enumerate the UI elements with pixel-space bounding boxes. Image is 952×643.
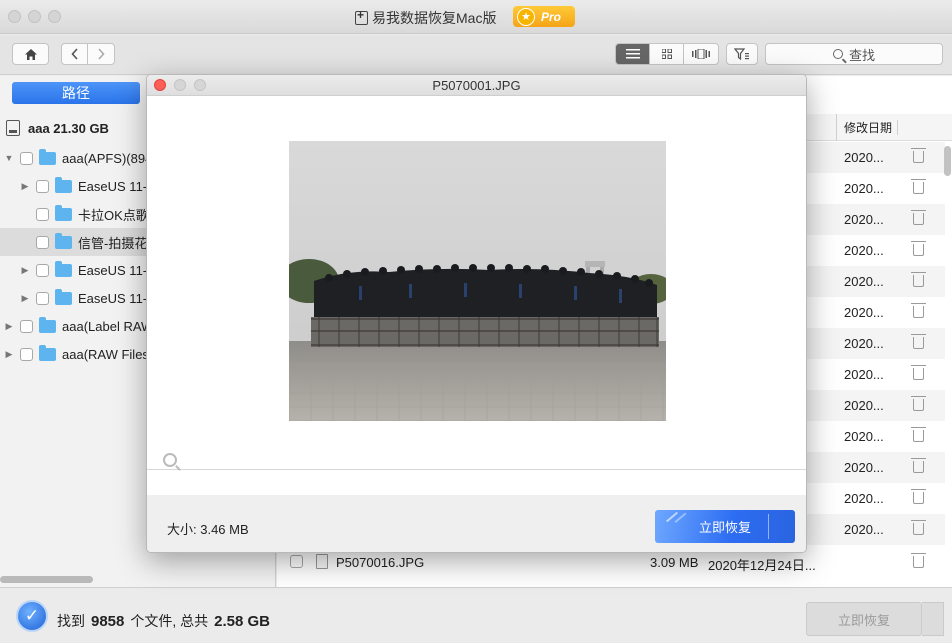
filter-icon bbox=[734, 48, 749, 60]
view-mode-switcher bbox=[615, 43, 719, 65]
recover-dropdown[interactable] bbox=[922, 602, 944, 636]
app-icon bbox=[355, 8, 368, 25]
trash-icon[interactable] bbox=[911, 241, 926, 256]
folder-icon bbox=[55, 232, 72, 249]
trash-icon[interactable] bbox=[911, 520, 926, 535]
forward-button[interactable] bbox=[88, 44, 114, 64]
preview-footer: 大小: 3.46 MB 立即恢复 bbox=[147, 495, 806, 552]
pro-badge[interactable]: ★ Pro bbox=[513, 6, 575, 27]
collapsed-arrow-icon[interactable]: ▶ bbox=[20, 181, 30, 192]
row-checkbox[interactable] bbox=[290, 555, 303, 568]
home-button[interactable] bbox=[12, 43, 49, 65]
minimize-window-button[interactable] bbox=[28, 10, 41, 23]
coverflow-view-button[interactable] bbox=[684, 44, 718, 64]
window-titlebar: 易我数据恢复Mac版 ★ Pro bbox=[0, 0, 952, 34]
trash-icon[interactable] bbox=[911, 179, 926, 194]
recover-now-button[interactable]: 立即恢复 bbox=[655, 510, 795, 543]
home-icon bbox=[24, 48, 37, 60]
tree-checkbox[interactable] bbox=[36, 207, 49, 221]
folder-icon bbox=[39, 148, 56, 165]
trash-icon[interactable] bbox=[911, 427, 926, 442]
trash-icon[interactable] bbox=[911, 365, 926, 380]
collapsed-arrow-icon[interactable]: ▶ bbox=[4, 321, 14, 332]
trash-icon[interactable] bbox=[911, 553, 926, 568]
folder-icon bbox=[55, 204, 72, 221]
folder-icon bbox=[55, 176, 72, 193]
preview-title: P5070001.JPG bbox=[432, 78, 521, 93]
grid-view-button[interactable] bbox=[650, 44, 684, 64]
tree-checkbox[interactable] bbox=[20, 151, 33, 165]
tree-checkbox[interactable] bbox=[36, 291, 49, 305]
list-view-button[interactable] bbox=[616, 44, 650, 64]
trash-icon[interactable] bbox=[911, 458, 926, 473]
tree-checkbox[interactable] bbox=[36, 235, 49, 249]
list-view-icon bbox=[625, 49, 640, 59]
horizontal-scrollbar[interactable] bbox=[0, 576, 93, 583]
coverflow-view-icon bbox=[692, 49, 710, 59]
checkmark-icon: ✓ bbox=[16, 600, 48, 632]
preview-image-area bbox=[147, 97, 806, 470]
collapsed-arrow-icon[interactable]: ▶ bbox=[20, 293, 30, 304]
trash-icon[interactable] bbox=[911, 210, 926, 225]
column-modified-date[interactable]: 修改日期 bbox=[836, 114, 892, 141]
nav-buttons bbox=[61, 43, 115, 65]
folder-icon bbox=[39, 316, 56, 333]
search-input[interactable]: 查找 bbox=[765, 43, 943, 65]
preview-titlebar: P5070001.JPG bbox=[147, 75, 806, 96]
expanded-arrow-icon[interactable]: ▼ bbox=[4, 153, 14, 163]
tree-checkbox[interactable] bbox=[20, 319, 33, 333]
folder-icon bbox=[55, 288, 72, 305]
tab-path[interactable]: 路径 bbox=[12, 82, 140, 104]
collapsed-arrow-icon[interactable]: ▶ bbox=[20, 265, 30, 276]
search-icon bbox=[832, 49, 843, 59]
tree-checkbox[interactable] bbox=[36, 179, 49, 193]
trash-icon[interactable] bbox=[911, 396, 926, 411]
tree-checkbox[interactable] bbox=[20, 347, 33, 361]
trash-icon[interactable] bbox=[911, 148, 926, 163]
trash-icon[interactable] bbox=[911, 334, 926, 349]
trash-icon[interactable] bbox=[911, 303, 926, 318]
back-button[interactable] bbox=[62, 44, 88, 64]
folder-icon bbox=[55, 260, 72, 277]
trash-icon[interactable] bbox=[911, 489, 926, 504]
preview-info-strip bbox=[147, 471, 806, 495]
filter-button[interactable] bbox=[726, 43, 758, 65]
chevron-left-icon bbox=[70, 48, 78, 60]
close-window-button[interactable] bbox=[8, 10, 21, 23]
vertical-scrollbar[interactable] bbox=[944, 146, 951, 176]
chevron-right-icon bbox=[98, 48, 105, 60]
preview-photo bbox=[289, 141, 666, 421]
file-size-label: 大小: 3.46 MB bbox=[167, 522, 249, 537]
trash-icon[interactable] bbox=[911, 272, 926, 287]
scan-summary: 找到 9858 个文件, 总共 2.58 GB bbox=[57, 613, 271, 630]
app-title: 易我数据恢复Mac版 bbox=[355, 8, 496, 28]
zoom-icon[interactable] bbox=[163, 453, 177, 467]
recover-button-disabled[interactable]: 立即恢复 bbox=[806, 602, 922, 636]
tree-checkbox[interactable] bbox=[36, 263, 49, 277]
zoom-window-button[interactable] bbox=[48, 10, 61, 23]
hard-drive-icon bbox=[6, 120, 20, 136]
image-file-icon bbox=[316, 554, 328, 569]
folder-icon bbox=[39, 344, 56, 361]
preview-dialog: P5070001.JPG 大小: 3.46 MB 立即恢复 bbox=[146, 74, 807, 553]
star-icon: ★ bbox=[517, 7, 535, 26]
status-bar: ✓ 找到 9858 个文件, 总共 2.58 GB 立即恢复 bbox=[0, 587, 952, 643]
toolbar: 查找 bbox=[0, 35, 952, 75]
column-divider bbox=[897, 120, 898, 135]
collapsed-arrow-icon[interactable]: ▶ bbox=[4, 349, 14, 360]
grid-view-icon bbox=[661, 49, 672, 59]
